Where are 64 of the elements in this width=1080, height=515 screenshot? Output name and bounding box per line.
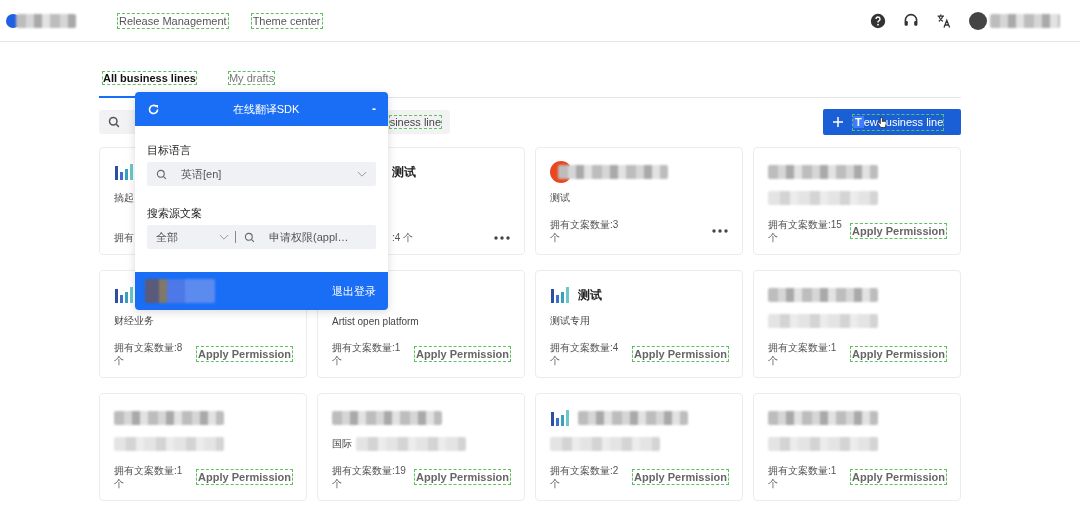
search-icon xyxy=(156,168,167,180)
copy-count: 拥有 xyxy=(114,231,134,244)
apply-permission-link[interactable]: Apply Permission xyxy=(633,470,728,484)
business-card[interactable]: 国际 拥有文案数量:19 个 Apply Permission xyxy=(317,393,525,501)
search-icon xyxy=(108,116,120,128)
copy-count: 拥有文案数量:15 个 xyxy=(768,218,842,244)
tab[interactable]: My drafts xyxy=(224,70,279,98)
copy-count: 拥有文案数量:1 个 xyxy=(114,464,184,490)
business-card[interactable]: 拥有文案数量:1 个 Apply Permission xyxy=(753,270,961,378)
copy-count: 拥有文案数量:1 个 xyxy=(332,341,402,367)
apply-permission-link[interactable]: Apply Permission xyxy=(851,224,946,238)
help-icon[interactable] xyxy=(870,12,886,29)
chevron-down-icon xyxy=(357,170,367,178)
card-description: 财经业务 xyxy=(114,314,154,328)
more-icon[interactable] xyxy=(712,229,728,233)
refresh-icon[interactable] xyxy=(147,102,160,116)
nav-link[interactable]: Release Management xyxy=(118,13,228,28)
card-title: 测试 xyxy=(392,163,416,181)
card-description: 国际 xyxy=(332,437,352,451)
card-title: 测试 xyxy=(578,286,602,304)
field-label: 搜索源文案 xyxy=(147,206,203,221)
scope-select[interactable]: 全部 xyxy=(147,229,235,245)
copy-count: 拥有文案数量:1 个 xyxy=(768,341,838,367)
hand-cursor-icon xyxy=(876,115,887,129)
language-select[interactable]: 英语[en] xyxy=(147,162,376,186)
business-card[interactable]: 测试 拥有文案数量:3 个 xyxy=(535,147,743,255)
blurred-text xyxy=(990,13,1060,28)
apply-permission-link[interactable]: Apply Permission xyxy=(197,470,292,484)
apply-permission-link[interactable]: Apply Permission xyxy=(197,347,292,361)
card-description: 搞起 xyxy=(114,191,134,205)
card-description: 测试专用 xyxy=(550,314,590,328)
chevron-down-icon xyxy=(219,233,229,241)
plus-icon xyxy=(833,117,843,127)
copy-count: :4 个 xyxy=(392,231,414,244)
business-card[interactable]: 拥有文案数量:2 个 Apply Permission xyxy=(535,393,743,501)
more-icon[interactable] xyxy=(494,235,510,240)
avatar[interactable] xyxy=(969,11,987,30)
field-label: 目标语言 xyxy=(147,143,192,158)
business-card[interactable]: 测试 测试专用 拥有文案数量:4 个 Apply Permission xyxy=(535,270,743,378)
copy-count: 拥有文案数量:3 个 xyxy=(550,218,620,244)
copy-count: 拥有文案数量:2 个 xyxy=(550,464,620,490)
apply-permission-link[interactable]: Apply Permission xyxy=(415,347,510,361)
new-business-line-button[interactable]: T ew usiness line xyxy=(823,109,961,135)
business-card[interactable]: 拥有文案数量:1 个 Apply Permission xyxy=(99,393,307,501)
nav-link[interactable]: Theme center xyxy=(251,13,322,28)
card-description: Artist open platform xyxy=(332,315,419,327)
blurred-text xyxy=(16,13,76,28)
apply-permission-link[interactable]: Apply Permission xyxy=(415,470,510,484)
panel-title: 在线翻译SDK xyxy=(231,101,301,117)
logout-button[interactable]: 退出登录 xyxy=(332,283,376,299)
business-card[interactable]: 拥有文案数量:1 个 Apply Permission xyxy=(753,393,961,501)
business-card[interactable]: 拥有文案数量:15 个 Apply Permission xyxy=(753,147,961,255)
copy-count: 拥有文案数量:19 个 xyxy=(332,464,406,490)
blurred-user xyxy=(145,279,215,303)
apply-permission-link[interactable]: Apply Permission xyxy=(851,470,946,484)
search-icon xyxy=(244,231,255,243)
apply-permission-link[interactable]: Apply Permission xyxy=(633,347,728,361)
copy-count: 拥有文案数量:1 个 xyxy=(768,464,838,490)
card-description: 测试 xyxy=(550,191,570,205)
copy-count: 拥有文案数量:4 个 xyxy=(550,341,620,367)
headset-icon[interactable] xyxy=(903,12,919,29)
translate-icon[interactable] xyxy=(936,12,952,29)
apply-permission-link[interactable]: Apply Permission xyxy=(851,347,946,361)
copy-count: 拥有文案数量:8 个 xyxy=(114,341,184,367)
